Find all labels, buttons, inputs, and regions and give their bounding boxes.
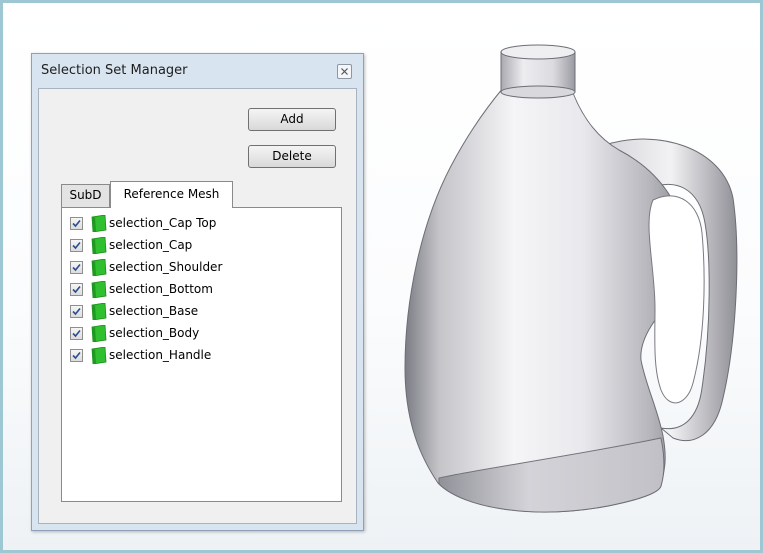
list-item[interactable]: selection_Handle [70, 346, 320, 366]
list-item[interactable]: selection_Base [70, 302, 320, 322]
list-item-label: selection_Base [109, 304, 199, 318]
checkbox-icon[interactable] [70, 305, 83, 318]
checkbox-icon[interactable] [70, 217, 83, 230]
list-item[interactable]: selection_Shoulder [70, 258, 320, 278]
selection-set-icon [91, 347, 107, 364]
add-button[interactable]: Add [248, 108, 336, 131]
panel-title: Selection Set Manager [41, 63, 188, 78]
list-item[interactable]: selection_Cap Top [70, 214, 320, 234]
selection-set-icon [91, 215, 107, 232]
selection-set-icon [91, 237, 107, 254]
list-item-label: selection_Cap [109, 238, 193, 252]
list-item[interactable]: selection_Cap [70, 236, 320, 256]
selection-list[interactable]: selection_Cap Top selection_Cap selectio… [61, 207, 342, 502]
selection-set-icon [91, 281, 107, 298]
3d-viewport[interactable]: Selection Set Manager Add Delete SubD Re… [3, 3, 760, 550]
checkbox-icon[interactable] [70, 327, 83, 340]
selection-set-manager-panel: Selection Set Manager Add Delete SubD Re… [31, 53, 364, 531]
panel-titlebar[interactable]: Selection Set Manager [32, 54, 363, 88]
list-item[interactable]: selection_Body [70, 324, 320, 344]
list-item-label: selection_Cap Top [109, 216, 217, 230]
checkbox-icon[interactable] [70, 349, 83, 362]
list-item-label: selection_Shoulder [109, 260, 223, 274]
close-icon[interactable] [337, 64, 352, 79]
list-item-label: selection_Bottom [109, 282, 213, 296]
list-item-label: selection_Handle [109, 348, 212, 362]
checkbox-icon[interactable] [70, 261, 83, 274]
list-item-label: selection_Body [109, 326, 200, 340]
selection-set-icon [91, 259, 107, 276]
panel-content: Add Delete SubD Reference Mesh selection… [38, 88, 357, 524]
list-item[interactable]: selection_Bottom [70, 280, 320, 300]
tab-reference-mesh[interactable]: Reference Mesh [110, 181, 233, 208]
checkbox-icon[interactable] [70, 283, 83, 296]
bottle-model[interactable] [393, 38, 753, 548]
selection-set-icon [91, 303, 107, 320]
app-frame: Selection Set Manager Add Delete SubD Re… [0, 0, 763, 553]
tab-subd[interactable]: SubD [61, 184, 110, 207]
delete-button[interactable]: Delete [248, 145, 336, 168]
selection-set-icon [91, 325, 107, 342]
checkbox-icon[interactable] [70, 239, 83, 252]
